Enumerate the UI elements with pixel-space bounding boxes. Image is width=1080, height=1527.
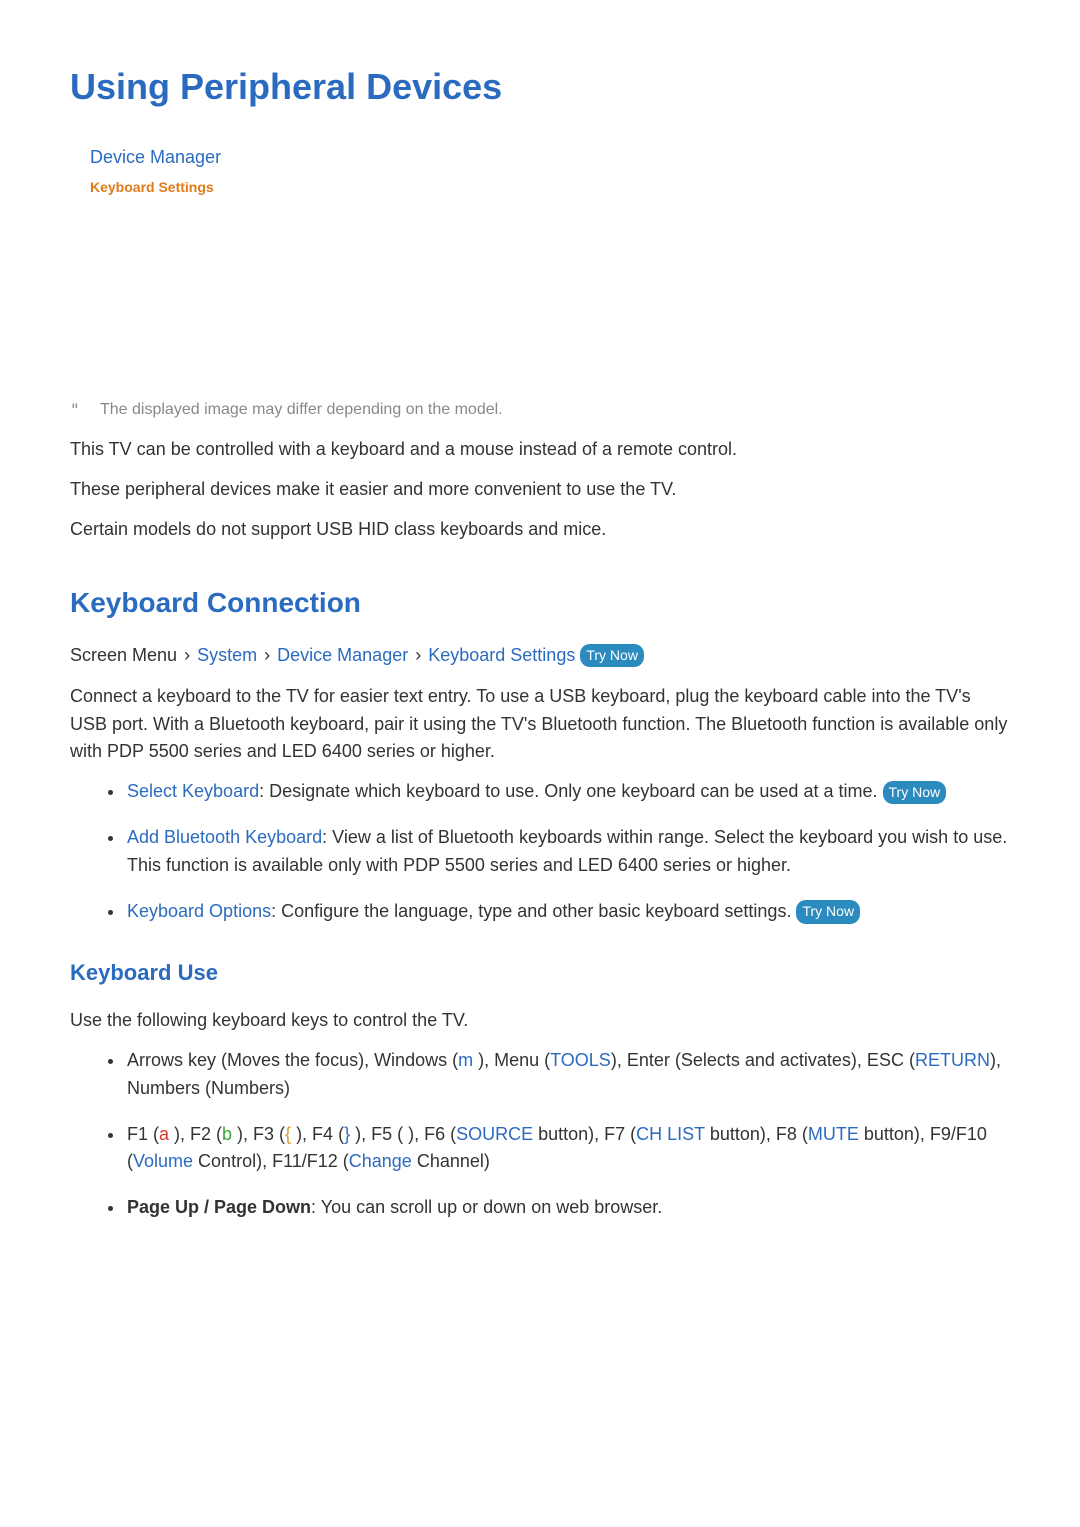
ku-text: ), F2 (: [169, 1124, 222, 1144]
ku-text: ), F4 (: [291, 1124, 344, 1144]
list-item: Arrows key (Moves the focus), Windows (m…: [125, 1047, 1010, 1103]
list-item: Add Bluetooth Keyboard: View a list of B…: [125, 824, 1010, 880]
ku-text: button), F8 (: [705, 1124, 808, 1144]
menu-device-manager: Device Manager: [90, 144, 1010, 171]
list-item: Keyboard Options: Configure the language…: [125, 898, 1010, 926]
ku-text: F1 (: [127, 1124, 159, 1144]
chevron-right-icon: ›: [184, 645, 190, 665]
menu-keyboard-settings: Keyboard Settings: [90, 177, 1010, 198]
tools-key: TOOLS: [550, 1050, 611, 1070]
breadcrumb-prefix: Screen Menu: [70, 645, 177, 665]
windows-key: m: [458, 1050, 473, 1070]
ku-text: ), Enter (Selects and activates), ESC (: [611, 1050, 915, 1070]
list-item: F1 (a ), F2 (b ), F3 ({ ), F4 (} ), F5 (…: [125, 1121, 1010, 1177]
option-sep: :: [259, 781, 269, 801]
mute-key: MUTE: [808, 1124, 859, 1144]
red-a-key: a: [159, 1124, 169, 1144]
chevron-right-icon: ›: [415, 645, 421, 665]
volume-key: Volume: [133, 1151, 193, 1171]
option-text: Configure the language, type and other b…: [281, 901, 791, 921]
change-key: Change: [349, 1151, 412, 1171]
ku-text: Channel): [412, 1151, 490, 1171]
ku-text: You can scroll up or down on web browser…: [321, 1197, 663, 1217]
intro-text-2: These peripheral devices make it easier …: [70, 476, 1010, 504]
option-sep: :: [311, 1197, 321, 1217]
screenshot-placeholder: [70, 208, 1010, 398]
menu-snippet: Device Manager Keyboard Settings: [90, 144, 1010, 198]
ku-text: Control), F11/F12 (: [193, 1151, 349, 1171]
list-item: Page Up / Page Down: You can scroll up o…: [125, 1194, 1010, 1222]
kc-options-list: Select Keyboard: Designate which keyboar…: [125, 778, 1010, 926]
note-mark-icon: ": [70, 398, 100, 422]
try-now-button[interactable]: Try Now: [580, 644, 644, 667]
breadcrumb-system[interactable]: System: [197, 645, 257, 665]
section-keyboard-use-title: Keyboard Use: [70, 956, 1010, 989]
kc-description: Connect a keyboard to the TV for easier …: [70, 683, 1010, 767]
option-keyboard-options: Keyboard Options: [127, 901, 271, 921]
page-up-down-label: Page Up / Page Down: [127, 1197, 311, 1217]
source-key: SOURCE: [456, 1124, 533, 1144]
return-key: RETURN: [915, 1050, 990, 1070]
intro-text-1: This TV can be controlled with a keyboar…: [70, 436, 1010, 464]
breadcrumb-keyboard-settings[interactable]: Keyboard Settings: [428, 645, 575, 665]
option-text: Designate which keyboard to use. Only on…: [269, 781, 877, 801]
option-sep: :: [322, 827, 332, 847]
try-now-button[interactable]: Try Now: [796, 900, 860, 924]
section-keyboard-connection-title: Keyboard Connection: [70, 582, 1010, 624]
list-item: Select Keyboard: Designate which keyboar…: [125, 778, 1010, 806]
option-sep: :: [271, 901, 281, 921]
note-text: The displayed image may differ depending…: [100, 398, 503, 422]
green-b-key: b: [222, 1124, 232, 1144]
option-add-bluetooth-keyboard: Add Bluetooth Keyboard: [127, 827, 322, 847]
ku-text: Arrows key (Moves the focus), Windows (: [127, 1050, 458, 1070]
ku-text: ), F5 ( ), F6 (: [350, 1124, 456, 1144]
ku-text: ), Menu (: [473, 1050, 550, 1070]
ku-text: button), F7 (: [533, 1124, 636, 1144]
ku-list: Arrows key (Moves the focus), Windows (m…: [125, 1047, 1010, 1222]
chevron-right-icon: ›: [264, 645, 270, 665]
model-note: " The displayed image may differ dependi…: [70, 398, 1010, 422]
ku-text: ), F3 (: [232, 1124, 285, 1144]
page-title: Using Peripheral Devices: [70, 60, 1010, 114]
intro-text-3: Certain models do not support USB HID cl…: [70, 516, 1010, 544]
try-now-button[interactable]: Try Now: [883, 781, 947, 805]
option-select-keyboard: Select Keyboard: [127, 781, 259, 801]
chlist-key: CH LIST: [636, 1124, 705, 1144]
breadcrumb: Screen Menu › System › Device Manager › …: [70, 642, 1010, 669]
ku-intro: Use the following keyboard keys to contr…: [70, 1007, 1010, 1035]
breadcrumb-device-manager[interactable]: Device Manager: [277, 645, 408, 665]
